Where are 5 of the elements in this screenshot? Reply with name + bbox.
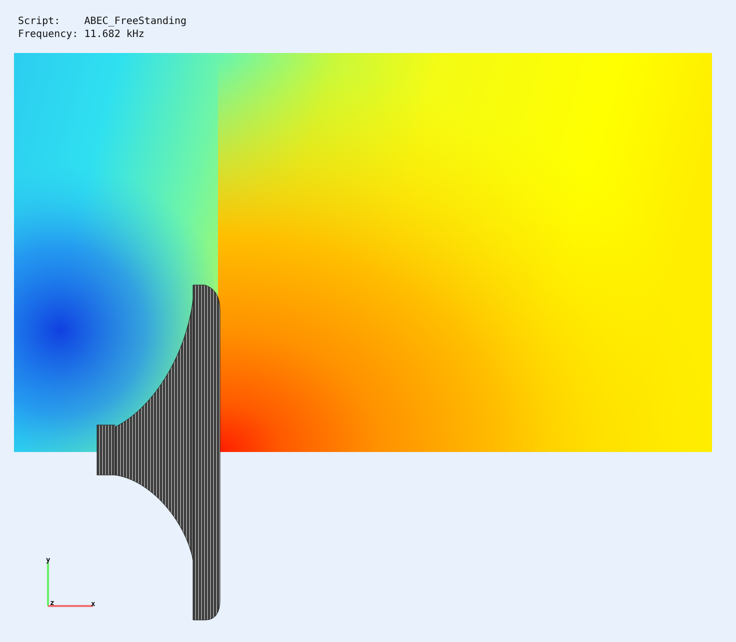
info-value: ABEC_FreeStanding — [84, 15, 187, 28]
axis-triad-drawing — [47, 563, 93, 607]
info-label: Script: — [18, 15, 62, 28]
info-value: 11.682 kHz — [84, 28, 146, 41]
info-label: Frequency: — [18, 28, 78, 41]
